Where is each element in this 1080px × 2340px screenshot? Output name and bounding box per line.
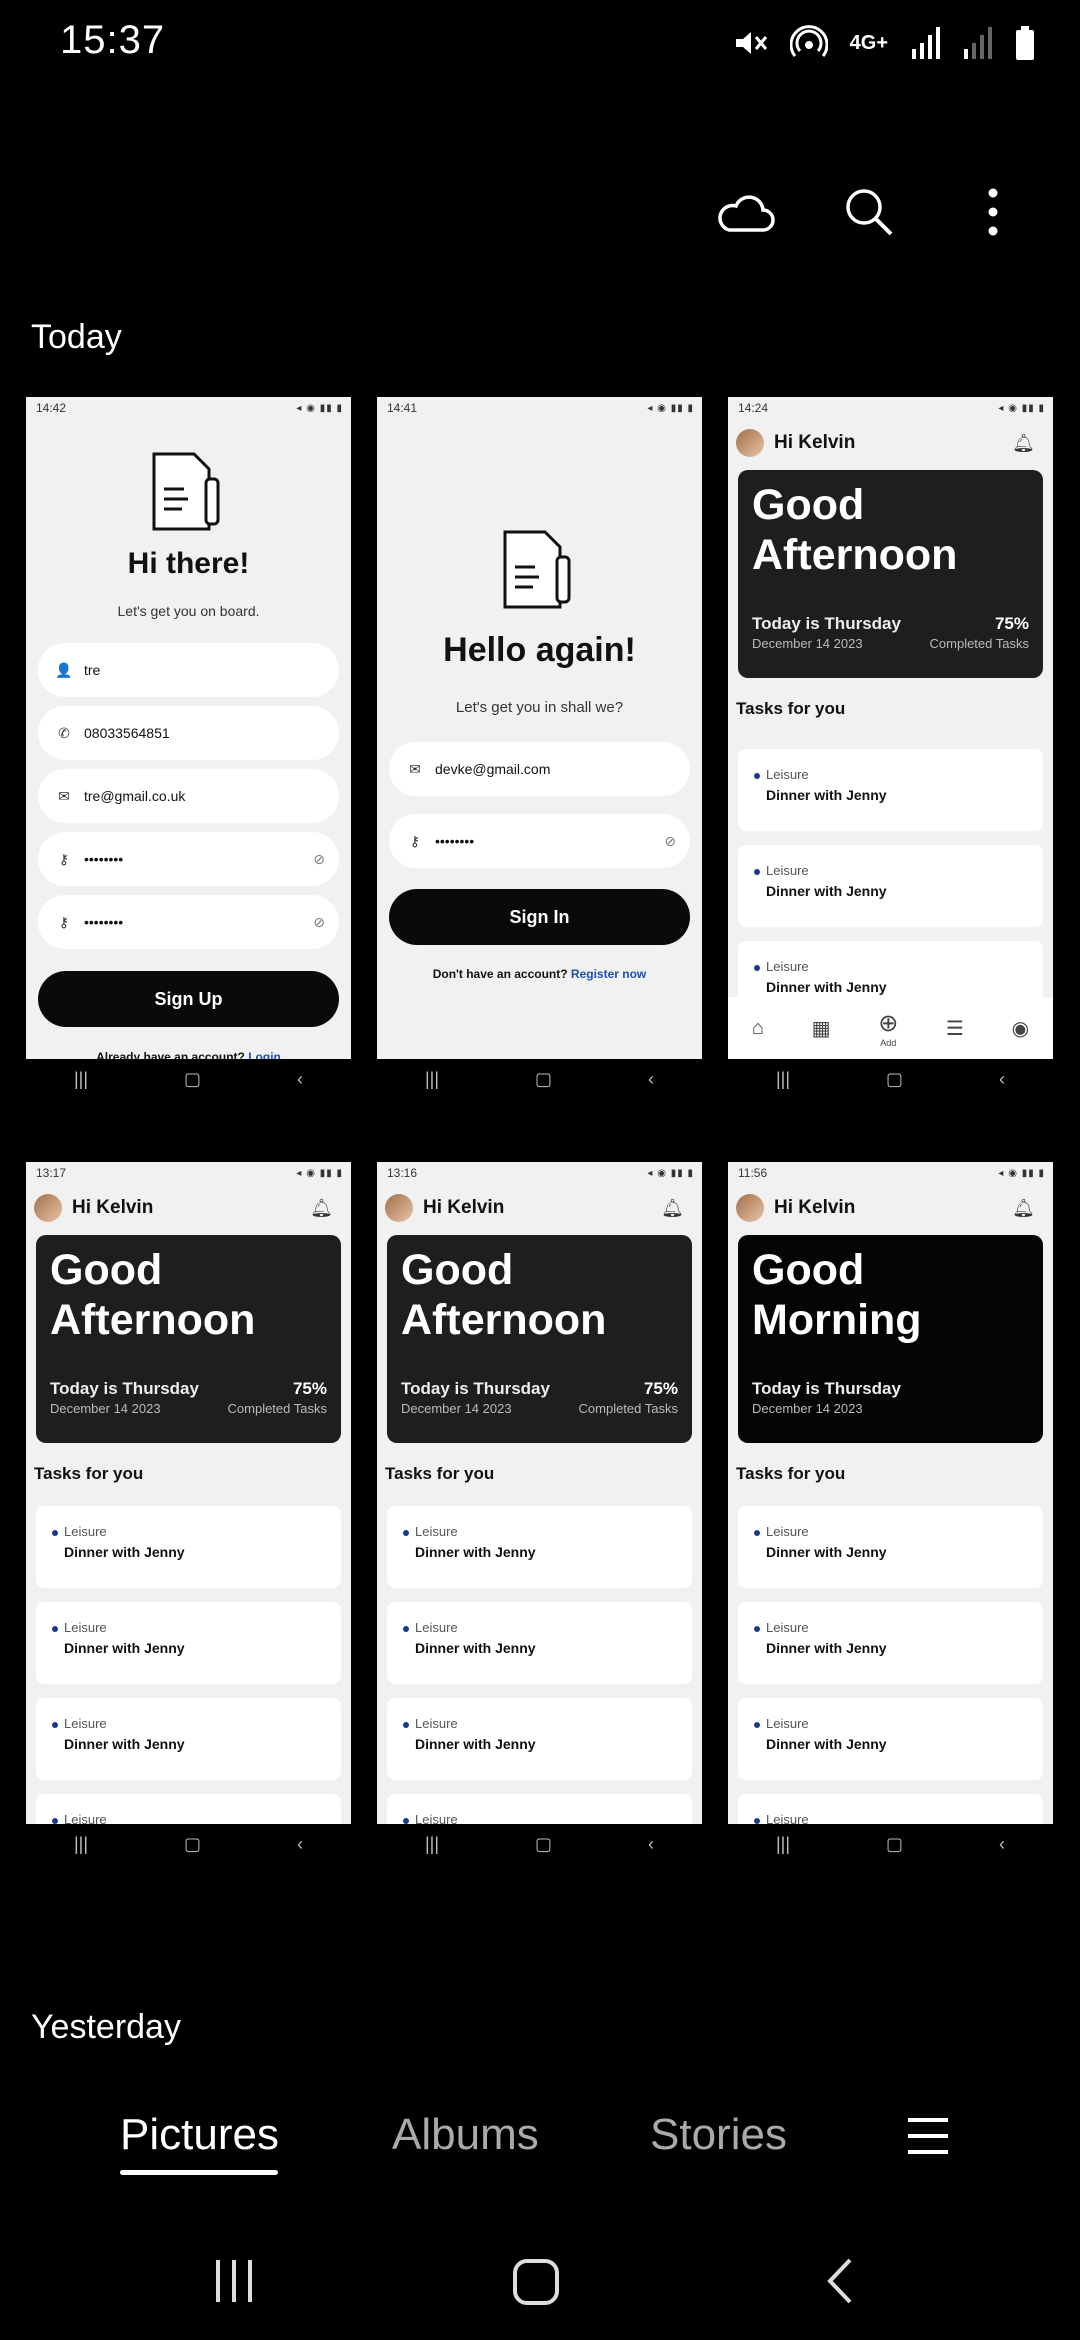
system-nav	[0, 2240, 1080, 2320]
task-card[interactable]: LeisureDinner with Jenny	[387, 1698, 692, 1780]
section-today: Today	[31, 318, 122, 356]
profile-icon[interactable]: ◉	[1012, 1016, 1029, 1041]
section-yesterday: Yesterday	[31, 2008, 181, 2046]
add-icon[interactable]: ⊕ Add	[878, 1009, 898, 1048]
search-icon[interactable]	[837, 180, 901, 244]
back-icon[interactable]	[822, 2256, 856, 2306]
gallery-tabs: Pictures Albums Stories	[0, 2100, 1080, 2180]
avatar	[385, 1194, 413, 1222]
tab-pictures[interactable]: Pictures	[120, 2110, 279, 2160]
bell-icon[interactable]: 🔔︎	[1012, 433, 1035, 454]
email-field[interactable]: ✉ devke@gmail.com	[389, 742, 690, 796]
avatar	[736, 429, 764, 457]
home-icon[interactable]: ⌂	[752, 1017, 764, 1040]
signal-icon	[912, 27, 940, 59]
greeting-card: Good Morning Today is Thursday December 1…	[738, 1235, 1043, 1443]
signal-2-icon	[964, 27, 992, 59]
cloud-icon[interactable]	[713, 180, 777, 244]
tab-albums[interactable]: Albums	[392, 2110, 539, 2160]
greeting-card: Good Afternoon Today is Thursday December…	[387, 1235, 692, 1443]
task-card[interactable]: LeisureDinner with Jenny	[738, 749, 1043, 831]
document-pen-icon	[152, 452, 220, 531]
task-card[interactable]: LeisureDinner with Jenny	[738, 1506, 1043, 1588]
active-tab-indicator	[120, 2170, 278, 2175]
document-pen-icon	[503, 530, 571, 609]
task-card[interactable]: LeisureDinner with Jenny	[36, 1506, 341, 1588]
network-type: 4G+	[849, 32, 888, 54]
avatar	[736, 1194, 764, 1222]
task-card[interactable]: LeisureDinner with Jenny	[738, 1698, 1043, 1780]
recents-icon[interactable]	[212, 2258, 256, 2304]
home-button-icon[interactable]	[512, 2258, 560, 2306]
battery-icon	[1016, 26, 1034, 60]
bell-icon[interactable]: 🔔︎	[661, 1198, 684, 1219]
confirm-password-field[interactable]: ⚷ •••••••• ⊘	[38, 895, 339, 949]
hotspot-icon	[789, 25, 828, 57]
phone-field[interactable]: ✆ 08033564851	[38, 706, 339, 760]
app-bottom-nav: ⌂ ▦ ⊕ Add ☰ ◉	[728, 997, 1053, 1059]
status-icons: 4G+	[732, 18, 1036, 68]
bell-icon[interactable]: 🔔︎	[1012, 1198, 1035, 1219]
email-field[interactable]: ✉ tre@gmail.co.uk	[38, 769, 339, 823]
greeting-card: Good Afternoon Today is Thursday December…	[36, 1235, 341, 1443]
signup-button[interactable]: Sign Up	[38, 971, 339, 1027]
signin-button[interactable]: Sign In	[389, 889, 690, 945]
name-field[interactable]: 👤 tre	[38, 643, 339, 697]
list-icon[interactable]: ☰	[946, 1016, 964, 1041]
thumbnail-home-4[interactable]: 11:56 ◂ ◉ ▮▮ ▮ Hi Kelvin 🔔︎ Good Morning…	[728, 1162, 1053, 1864]
thumbnail-home-3[interactable]: 13:16 ◂ ◉ ▮▮ ▮ Hi Kelvin 🔔︎ Good Afterno…	[377, 1162, 702, 1864]
thumbnail-signin[interactable]: 14:41 ◂ ◉ ▮▮ ▮ Hello again! Let's get yo…	[377, 397, 702, 1099]
password-field[interactable]: ⚷ •••••••• ⊘	[389, 814, 690, 868]
menu-icon[interactable]	[906, 2114, 950, 2163]
thumbnail-home-2[interactable]: 13:17 ◂ ◉ ▮▮ ▮ Hi Kelvin 🔔︎ Good Afterno…	[26, 1162, 351, 1864]
mute-icon	[735, 32, 767, 54]
bell-icon[interactable]: 🔔︎	[310, 1198, 333, 1219]
task-card[interactable]: LeisureDinner with Jenny	[36, 1602, 341, 1684]
task-card[interactable]: LeisureDinner with Jenny	[36, 1698, 341, 1780]
tab-stories[interactable]: Stories	[650, 2110, 787, 2160]
thumbnail-home-1[interactable]: 14:24 ◂ ◉ ▮▮ ▮ Hi Kelvin 🔔︎ Good Afterno…	[728, 397, 1053, 1099]
task-card[interactable]: LeisureDinner with Jenny	[387, 1506, 692, 1588]
password-field[interactable]: ⚷ •••••••• ⊘	[38, 832, 339, 886]
status-time: 15:37	[60, 18, 166, 62]
calendar-icon[interactable]: ▦	[812, 1016, 831, 1041]
more-options-icon[interactable]	[961, 180, 1025, 244]
avatar	[34, 1194, 62, 1222]
task-card[interactable]: LeisureDinner with Jenny	[738, 1602, 1043, 1684]
greeting-card: Good Afternoon Today is Thursday December…	[738, 470, 1043, 678]
task-card[interactable]: LeisureDinner with Jenny	[738, 845, 1043, 927]
task-card[interactable]: LeisureDinner with Jenny	[387, 1602, 692, 1684]
thumbnail-signup[interactable]: 14:42 ◂ ◉ ▮▮ ▮ Hi there! Let's get you o…	[26, 397, 351, 1099]
